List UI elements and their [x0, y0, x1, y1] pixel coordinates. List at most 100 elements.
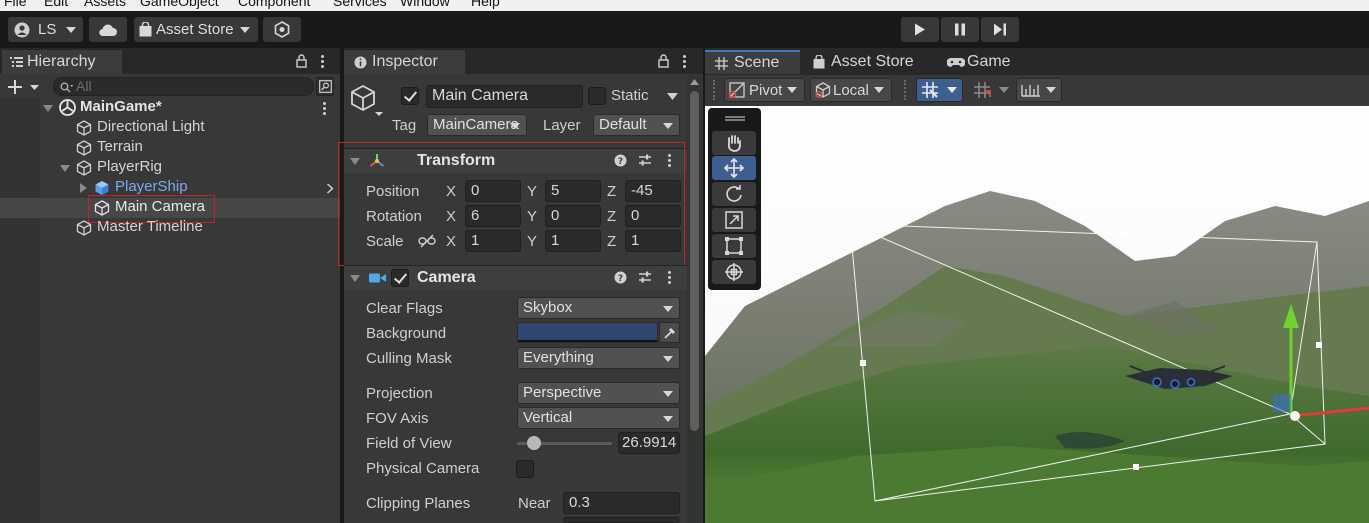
gameobject-icon[interactable] [349, 84, 385, 120]
tab-hierarchy[interactable]: Hierarchy [2, 50, 122, 74]
help-icon[interactable]: ? [614, 271, 627, 284]
hierarchy-item-playerrig[interactable]: PlayerRig [0, 158, 340, 178]
menu-window[interactable]: Window [400, 0, 450, 9]
hexagon-icon [274, 21, 290, 38]
local-dropdown[interactable]: Local [810, 78, 892, 102]
tab-scene[interactable]: Scene [705, 50, 800, 74]
move-tool-button[interactable] [712, 156, 756, 180]
search-placeholder: All [76, 78, 92, 94]
toolbar-grip[interactable] [713, 80, 715, 100]
hierarchy-title: Hierarchy [27, 53, 96, 70]
pivot-dropdown[interactable]: Pivot [724, 78, 805, 102]
menu-help[interactable]: Help [471, 0, 500, 9]
hierarchy-item-directional-light[interactable]: Directional Light [0, 118, 340, 138]
pivot-icon [729, 82, 745, 98]
menu-component[interactable]: Component [238, 0, 310, 9]
shopping-bag-icon [813, 55, 825, 69]
culling-mask-dropdown[interactable]: Everything [517, 347, 680, 369]
lock-icon[interactable] [658, 54, 669, 68]
toolbar-grip[interactable] [904, 80, 906, 100]
fov-value-field[interactable]: 26.9914 [618, 432, 680, 454]
layer-dropdown[interactable]: Default [593, 114, 680, 136]
inspector-scrollbar[interactable] [687, 75, 702, 523]
chevron-down-icon[interactable] [667, 93, 678, 100]
chevron-right-icon[interactable] [80, 183, 87, 193]
inspector-title: Inspector [372, 53, 438, 70]
overlay-grip[interactable] [725, 116, 745, 118]
cloud-button[interactable] [89, 17, 127, 42]
scroll-up-icon[interactable] [690, 79, 699, 85]
frustum-handle[interactable] [860, 360, 866, 366]
fov-axis-dropdown[interactable]: Vertical [517, 407, 680, 429]
chevron-down-icon [663, 306, 673, 312]
background-color-field[interactable] [517, 322, 658, 343]
info-icon [354, 56, 367, 68]
package-manager-button[interactable] [263, 17, 301, 42]
scrollbar-thumb[interactable] [690, 91, 699, 431]
scene-row[interactable]: MainGame* [0, 98, 340, 118]
step-button[interactable] [981, 17, 1019, 42]
chevron-down-icon[interactable] [43, 105, 53, 112]
chevron-down-icon[interactable] [350, 275, 360, 282]
preset-icon[interactable] [638, 270, 652, 284]
ruler-button[interactable] [1016, 78, 1062, 102]
hierarchy-search-input[interactable]: All [53, 77, 314, 96]
grid-snap-button[interactable] [916, 78, 963, 102]
frustum-handle[interactable] [1133, 464, 1139, 470]
static-checkbox[interactable] [588, 87, 606, 105]
asset-store-dropdown[interactable]: Asset Store [134, 17, 258, 42]
tag-dropdown[interactable]: MainCamera [427, 114, 527, 136]
menu-file[interactable]: File [4, 0, 27, 9]
rotate-tool-button[interactable] [712, 182, 756, 206]
hierarchy-item-main-camera[interactable]: Main Camera [0, 195, 340, 223]
transform-tool-button[interactable] [712, 260, 756, 284]
hierarchy-item-terrain[interactable]: Terrain [0, 138, 340, 158]
tag-label: Tag [392, 117, 417, 134]
play-button[interactable] [901, 17, 939, 42]
kebab-menu-icon[interactable] [323, 102, 326, 117]
hand-tool-button[interactable] [712, 131, 756, 155]
gameobject-icon [76, 140, 92, 156]
plus-icon [8, 80, 39, 94]
scene-viewport[interactable] [705, 106, 1369, 523]
account-button[interactable]: LS [8, 17, 83, 42]
menu-gameobject[interactable]: GameObject [140, 0, 219, 9]
menu-edit[interactable]: Edit [44, 0, 68, 9]
clear-flags-value: Skybox [523, 299, 573, 316]
frustum-handle[interactable] [1119, 231, 1125, 237]
kebab-menu-icon[interactable] [683, 55, 686, 70]
near-clip-field[interactable]: 0.3 [563, 492, 680, 514]
chevron-down-icon[interactable] [60, 165, 70, 172]
hierarchy-panel: Hierarchy All MainGame* Directional Ligh… [0, 48, 340, 523]
chevron-right-icon[interactable] [326, 183, 334, 194]
increment-snap-button[interactable] [968, 78, 1013, 102]
static-label: Static [611, 87, 649, 104]
kebab-menu-icon[interactable] [321, 55, 324, 70]
physical-camera-checkbox[interactable] [516, 460, 534, 478]
tab-asset-store[interactable]: Asset Store [809, 50, 929, 74]
tab-game[interactable]: Game [943, 50, 1023, 74]
eyedropper-button[interactable] [659, 322, 680, 343]
clear-flags-dropdown[interactable]: Skybox [517, 297, 680, 319]
lock-icon[interactable] [296, 54, 307, 68]
kebab-menu-icon[interactable] [668, 271, 671, 286]
pause-button[interactable] [941, 17, 979, 42]
fov-slider-thumb[interactable] [526, 436, 541, 450]
menu-assets[interactable]: Assets [84, 0, 126, 9]
hierarchy-item-master-timeline[interactable]: Master Timeline [0, 218, 340, 238]
rect-tool-button[interactable] [712, 234, 756, 258]
search-options-button[interactable] [316, 77, 334, 96]
projection-value: Perspective [523, 384, 602, 401]
far-clip-field[interactable] [563, 517, 680, 523]
rect-transform-icon [725, 237, 743, 255]
tab-inspector[interactable]: Inspector [344, 50, 465, 74]
object-name-field[interactable]: Main Camera [426, 85, 583, 108]
gameobject-icon [76, 220, 92, 236]
frustum-handle[interactable] [1316, 342, 1322, 348]
projection-dropdown[interactable]: Perspective [517, 382, 680, 404]
camera-enabled-checkbox[interactable] [391, 269, 409, 287]
active-checkbox[interactable] [401, 87, 419, 105]
create-button[interactable] [6, 77, 42, 97]
menu-services[interactable]: Services [333, 0, 387, 9]
scale-tool-button[interactable] [712, 208, 756, 232]
